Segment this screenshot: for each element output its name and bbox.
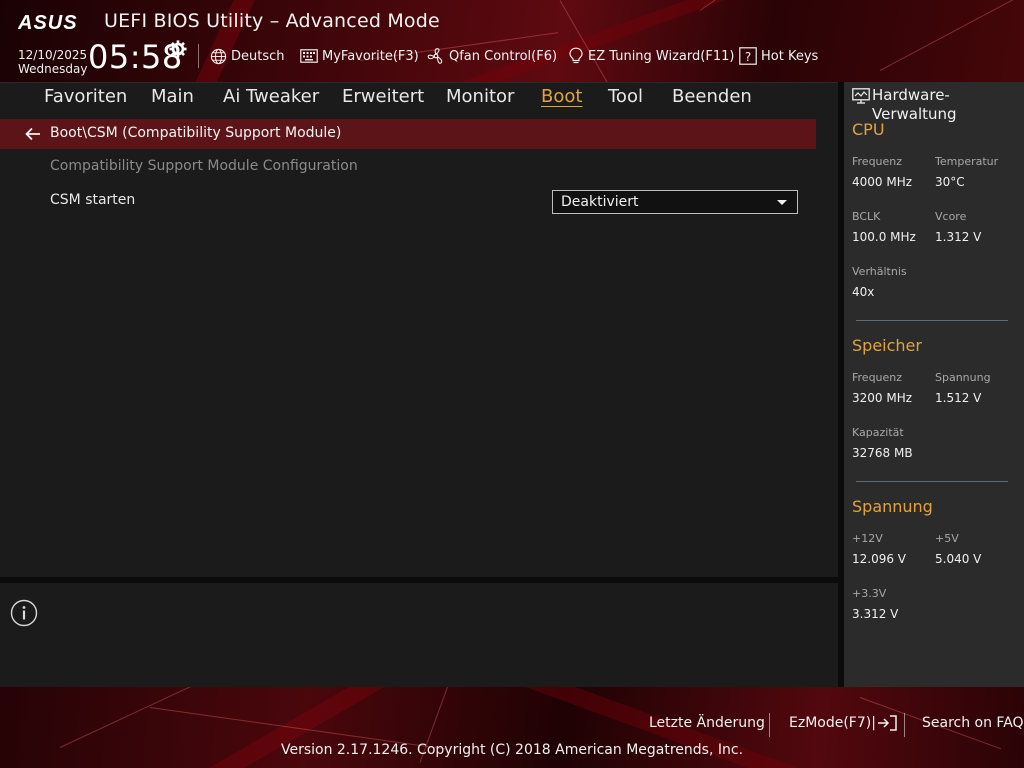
gear-icon[interactable]: [169, 40, 187, 58]
myfavorite-button[interactable]: MyFavorite(F3): [300, 45, 419, 67]
csm-start-label: CSM starten: [50, 192, 136, 208]
ez-tuning-label: EZ Tuning Wizard(F11): [588, 48, 735, 64]
myfavorite-label: MyFavorite(F3): [322, 48, 419, 64]
exit-arrow-icon: [877, 715, 897, 731]
settings-panel: Boot\CSM (Compatibility Support Module) …: [0, 112, 838, 577]
memory-voltage-label: Spannung: [935, 371, 991, 384]
tab-tool[interactable]: Tool: [608, 86, 643, 107]
section-divider: [856, 320, 1008, 321]
tab-monitor[interactable]: Monitor: [446, 86, 514, 107]
v33-value: 3.312 V: [852, 607, 899, 621]
svg-text:?: ?: [745, 50, 751, 64]
csm-start-dropdown[interactable]: Deaktiviert: [552, 190, 798, 214]
v12-label: +12V: [852, 532, 883, 545]
memory-frequency-value: 3200 MHz: [852, 391, 913, 405]
section-divider: [856, 481, 1008, 482]
monitor-icon: [852, 88, 870, 104]
last-change-button[interactable]: Letzte Änderung: [649, 715, 765, 731]
voltage-heading: Spannung: [852, 497, 933, 516]
last-change-label: Letzte Änderung: [649, 715, 765, 731]
app-title: UEFI BIOS Utility – Advanced Mode: [104, 10, 440, 32]
footer-divider: [769, 713, 770, 737]
back-arrow-icon[interactable]: [24, 126, 42, 142]
ezmode-label: EzMode(F7)|: [789, 715, 876, 731]
hotkeys-button[interactable]: ? Hot Keys: [739, 45, 818, 67]
bclk-value: 100.0 MHz: [852, 230, 916, 244]
memory-voltage-value: 1.512 V: [935, 391, 982, 405]
search-faq-label: Search on FAQ: [922, 715, 1024, 731]
asus-logo: ASUS: [18, 12, 78, 32]
search-faq-button[interactable]: Search on FAQ: [922, 715, 1024, 731]
cpu-temperature-label: Temperatur: [935, 155, 999, 168]
language-button[interactable]: Deutsch: [210, 45, 285, 67]
section-subtitle: Compatibility Support Module Configurati…: [50, 158, 358, 174]
svg-text:ASUS: ASUS: [18, 12, 78, 32]
memory-capacity-label: Kapazität: [852, 426, 904, 439]
v12-value: 12.096 V: [852, 552, 907, 566]
v33-label: +3.3V: [852, 587, 887, 600]
v5-label: +5V: [935, 532, 959, 545]
tab-erweitert[interactable]: Erweitert: [342, 86, 424, 107]
csm-start-value: Deaktiviert: [561, 194, 639, 210]
hardware-monitor-title: Hardware-Verwaltung: [872, 86, 957, 123]
date-text: 12/10/2025: [18, 48, 88, 62]
weekday-text: Wednesday: [18, 62, 88, 76]
copyright-text: Version 2.17.1246. Copyright (C) 2018 Am…: [280, 742, 744, 758]
vcore-value: 1.312 V: [935, 230, 982, 244]
v5-value: 5.040 V: [935, 552, 982, 566]
header-divider: [198, 44, 199, 68]
tab-boot[interactable]: Boot: [541, 86, 582, 107]
lightbulb-icon: [569, 47, 583, 64]
ratio-label: Verhältnis: [852, 265, 907, 278]
cpu-frequency-label: Frequenz: [852, 155, 903, 168]
info-icon: [10, 599, 38, 627]
date-display: 12/10/2025 Wednesday: [18, 48, 87, 76]
tab-ai-tweaker[interactable]: Ai Tweaker: [223, 86, 319, 107]
memory-frequency-label: Frequenz: [852, 371, 903, 384]
breadcrumb-path: Boot\CSM (Compatibility Support Module): [50, 125, 342, 141]
hotkeys-label: Hot Keys: [761, 48, 819, 64]
main-menu-tabs: Favoriten Main Ai Tweaker Erweitert Moni…: [0, 82, 838, 112]
footer-divider: [904, 713, 905, 737]
bclk-label: BCLK: [852, 210, 881, 223]
memory-heading: Speicher: [852, 336, 922, 355]
help-icon: ?: [739, 47, 757, 65]
footer-bar: Letzte Änderung EzMode(F7)| Search on FA…: [0, 687, 1024, 768]
cpu-heading: CPU: [852, 120, 885, 139]
header-bar: ASUS UEFI BIOS Utility – Advanced Mode 1…: [0, 0, 1024, 82]
ratio-value: 40x: [852, 285, 875, 299]
vcore-label: Vcore: [935, 210, 967, 223]
globe-icon: [210, 48, 227, 64]
language-label: Deutsch: [231, 48, 285, 64]
tab-beenden[interactable]: Beenden: [672, 86, 752, 107]
qfan-control-button[interactable]: Qfan Control(F6): [427, 45, 557, 67]
qfan-label: Qfan Control(F6): [449, 48, 558, 64]
dropdown-caret-icon: [777, 200, 787, 205]
ez-tuning-wizard-button[interactable]: EZ Tuning Wizard(F11): [568, 45, 734, 67]
cpu-frequency-value: 4000 MHz: [852, 175, 913, 189]
cpu-temperature-value: 30°C: [935, 175, 965, 189]
breadcrumb[interactable]: Boot\CSM (Compatibility Support Module): [0, 119, 816, 149]
memory-capacity-value: 32768 MB: [852, 446, 913, 460]
tab-main[interactable]: Main: [151, 86, 194, 107]
keyboard-icon: [300, 49, 318, 63]
tab-favoriten[interactable]: Favoriten: [44, 86, 127, 107]
fan-icon: [427, 48, 443, 64]
ezmode-button[interactable]: EzMode(F7)|: [789, 715, 897, 731]
hardware-monitor-panel: Hardware-Verwaltung CPU Frequenz 4000 MH…: [844, 82, 1024, 687]
help-info-panel: [0, 583, 838, 687]
